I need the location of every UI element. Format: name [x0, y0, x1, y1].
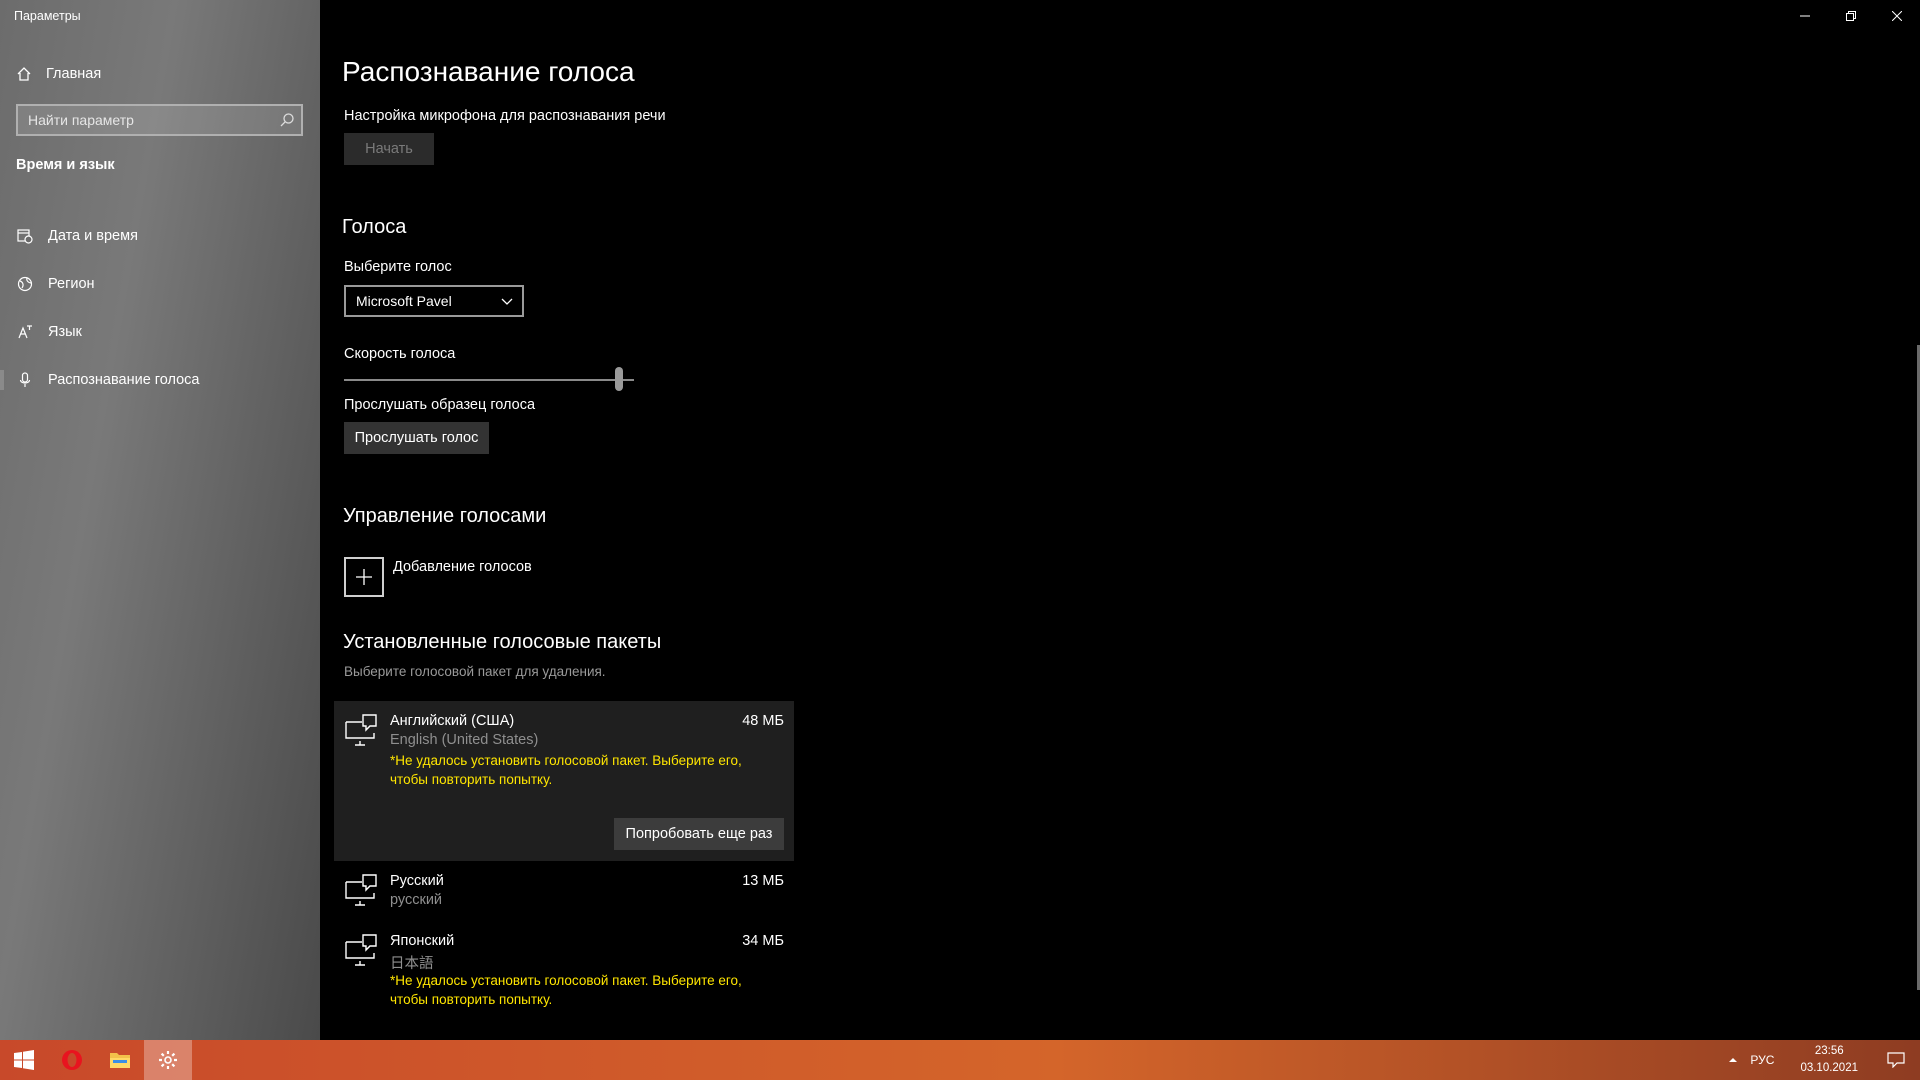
taskbar-settings[interactable]: [144, 1040, 192, 1080]
pack-name: Японский: [390, 933, 455, 949]
window-controls: [1782, 0, 1920, 32]
choose-voice-label: Выберите голос: [344, 259, 452, 275]
pack-error: *Не удалось установить голосовой пакет. …: [390, 971, 770, 1009]
sidebar-item-date-time[interactable]: Дата и время: [0, 212, 320, 260]
sidebar-item-label: Распознавание голоса: [48, 372, 200, 388]
minimize-button[interactable]: [1782, 0, 1828, 32]
installed-packs-heading: Установленные голосовые пакеты: [343, 631, 662, 653]
close-icon: [1892, 11, 1902, 21]
main-content: Распознавание голоса Настройка микрофона…: [320, 0, 1920, 1040]
installed-packs-hint: Выберите голосовой пакет для удаления.: [344, 664, 606, 679]
speech-pack-icon: [345, 934, 377, 966]
speech-pack-icon: [345, 874, 377, 906]
voice-pack-russian[interactable]: Русский 13 МБ русский: [334, 863, 794, 919]
nav-list: Дата и время Регион Язык Распознавание г…: [0, 212, 320, 404]
input-language[interactable]: РУС: [1750, 1053, 1774, 1067]
voice-pack-english[interactable]: Английский (США) 48 МБ English (United S…: [334, 701, 794, 861]
window-title: Параметры: [14, 9, 81, 23]
pack-error-line: чтобы повторить попытку.: [390, 992, 553, 1007]
sidebar-item-speech[interactable]: Распознавание голоса: [0, 356, 320, 404]
voices-heading: Голоса: [342, 216, 407, 238]
pack-error-line: чтобы повторить попытку.: [390, 772, 553, 787]
pack-name: Английский (США): [390, 713, 515, 729]
sidebar-item-label: Язык: [48, 324, 82, 340]
sidebar-item-language[interactable]: Язык: [0, 308, 320, 356]
pack-error-line: *Не удалось установить голосовой пакет. …: [390, 973, 742, 988]
calendar-clock-icon: [16, 227, 34, 245]
speed-slider-track[interactable]: [344, 379, 634, 381]
plus-icon: [356, 569, 372, 585]
gear-icon: [159, 1051, 177, 1069]
search-input[interactable]: Найти параметр: [16, 104, 303, 136]
speed-label: Скорость голоса: [344, 346, 456, 362]
chevron-down-icon: [501, 298, 513, 305]
speech-pack-icon: [345, 714, 377, 746]
taskbar: РУС 23:56 03.10.2021: [0, 1040, 1920, 1080]
home-icon: [17, 67, 31, 81]
chevron-up-icon[interactable]: [1728, 1055, 1738, 1065]
folder-icon: [110, 1053, 130, 1068]
voice-selected-value: Microsoft Pavel: [356, 293, 452, 309]
sample-label: Прослушать образец голоса: [344, 397, 536, 413]
system-tray: РУС 23:56 03.10.2021: [1728, 1040, 1920, 1080]
add-voices-label[interactable]: Добавление голосов: [393, 559, 532, 575]
nav-home-label: Главная: [46, 66, 102, 82]
start-menu-button[interactable]: [0, 1040, 48, 1080]
notifications-button[interactable]: [1872, 1040, 1920, 1080]
voice-dropdown[interactable]: Microsoft Pavel: [344, 285, 524, 317]
pack-name: Русский: [390, 873, 444, 889]
clock-time: 23:56: [1814, 1045, 1844, 1057]
page-title: Распознавание голоса: [342, 56, 635, 87]
taskbar-file-explorer[interactable]: [96, 1040, 144, 1080]
nav-home[interactable]: Главная: [16, 62, 316, 86]
microphone-icon: [16, 371, 34, 389]
retry-button[interactable]: Попробовать еще раз: [614, 818, 784, 850]
taskbar-opera[interactable]: [48, 1040, 96, 1080]
pack-error-line: *Не удалось установить голосовой пакет. …: [390, 753, 742, 768]
section-title: Время и язык: [16, 157, 115, 173]
pack-native-name: 日本語: [390, 956, 434, 972]
listen-voice-button[interactable]: Прослушать голос: [344, 422, 489, 454]
mic-setup-label: Настройка микрофона для распознавания ре…: [344, 108, 666, 124]
opera-browser-icon: [62, 1050, 82, 1070]
search-icon[interactable]: [279, 112, 295, 128]
restore-icon: [1846, 11, 1856, 21]
restore-button[interactable]: [1828, 0, 1874, 32]
manage-voices-heading: Управление голосами: [343, 505, 547, 527]
windows-logo-icon: [14, 1050, 34, 1070]
notification-icon: [1887, 1052, 1905, 1068]
sidebar: Параметры Главная Найти параметр Время и…: [0, 0, 320, 1040]
pack-error: *Не удалось установить голосовой пакет. …: [390, 751, 770, 789]
clock[interactable]: 23:56 03.10.2021: [1800, 1043, 1858, 1077]
clock-date: 03.10.2021: [1800, 1062, 1858, 1074]
sidebar-item-region[interactable]: Регион: [0, 260, 320, 308]
minimize-icon: [1800, 15, 1810, 17]
pack-size: 48 МБ: [742, 713, 784, 729]
sidebar-item-label: Дата и время: [48, 228, 138, 244]
close-button[interactable]: [1874, 0, 1920, 32]
pack-size: 13 МБ: [742, 873, 784, 889]
pack-native-name: English (United States): [390, 732, 539, 748]
voice-pack-japanese[interactable]: Японский 34 МБ 日本語 *Не удалось установит…: [334, 923, 794, 1007]
start-button[interactable]: Начать: [344, 133, 434, 165]
language-icon: [16, 323, 34, 341]
pack-size: 34 МБ: [742, 933, 784, 949]
globe-icon: [16, 275, 34, 293]
speed-slider-thumb[interactable]: [615, 367, 623, 391]
search-placeholder: Найти параметр: [28, 112, 134, 128]
add-voices-button[interactable]: [344, 557, 384, 597]
sidebar-item-label: Регион: [48, 276, 95, 292]
pack-native-name: русский: [390, 892, 443, 908]
